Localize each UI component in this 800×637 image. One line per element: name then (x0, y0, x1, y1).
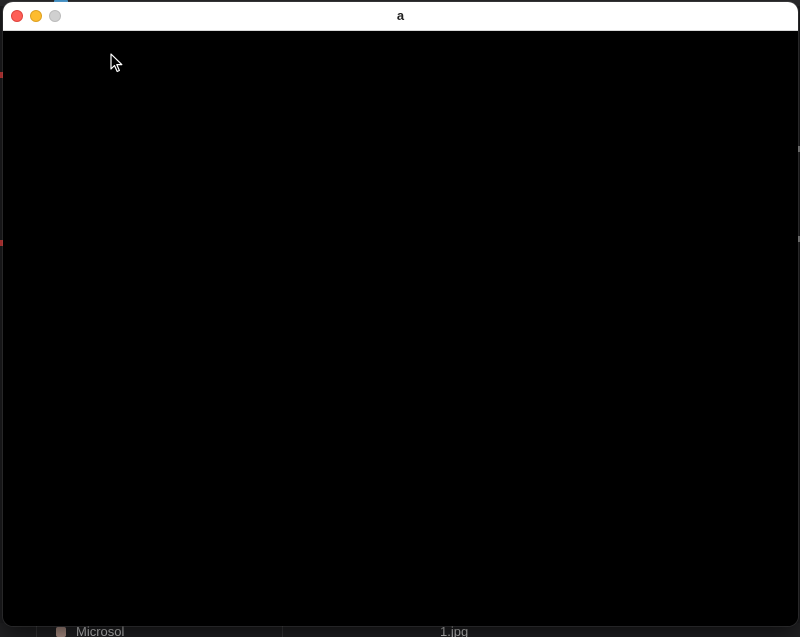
avatar-icon (56, 627, 66, 637)
window-title: a (396, 8, 405, 23)
desktop: Microsol 1.jpg a (0, 0, 800, 637)
arrow-pointer-icon (110, 53, 123, 73)
background-file-name[interactable]: 1.jpg (440, 625, 468, 637)
window-content[interactable] (3, 31, 798, 626)
app-window[interactable]: a (3, 2, 798, 626)
title-bar[interactable]: a (3, 2, 798, 31)
background-sidebar-item[interactable]: Microsol (76, 625, 124, 637)
